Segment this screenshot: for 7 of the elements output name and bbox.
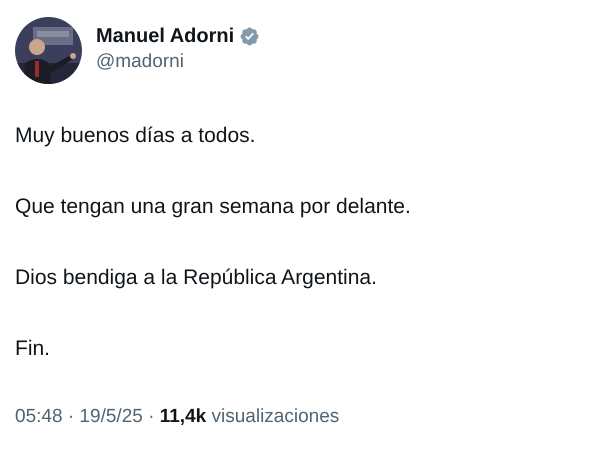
tweet-text: Que tengan una gran semana por delante. — [15, 194, 411, 220]
author-name[interactable]: Manuel Adorni — [96, 23, 234, 49]
tweet-text: Muy buenos días a todos. — [15, 123, 256, 149]
tweet-meta: 05:48 · 19/5/25 · 11,4k visualizaciones — [15, 406, 340, 428]
author-handle[interactable]: @madorni — [96, 49, 260, 75]
tweet-text: Dios bendiga a la República Argentina. — [15, 265, 377, 291]
tweet-text: Fin. — [15, 336, 50, 362]
